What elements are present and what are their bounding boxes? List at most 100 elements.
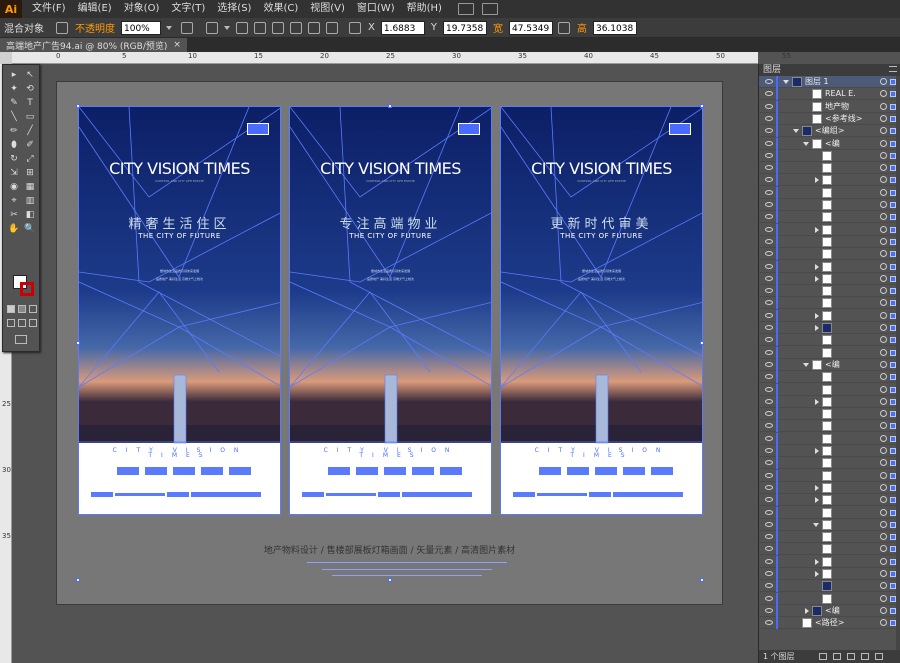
visibility-eye-icon[interactable]	[765, 288, 773, 294]
expand-icon[interactable]	[815, 177, 819, 184]
tool-icon[interactable]: ▭	[24, 111, 36, 123]
tool-icon[interactable]: ▸	[8, 69, 20, 81]
target-icon[interactable]	[880, 385, 887, 393]
collapse-icon[interactable]	[783, 80, 789, 84]
layer-row[interactable]	[759, 297, 900, 310]
layer-row[interactable]: REAL E.	[759, 88, 900, 101]
target-icon[interactable]	[880, 594, 887, 602]
layer-row[interactable]	[759, 518, 900, 531]
layer-row[interactable]	[759, 469, 900, 482]
none-mode-icon[interactable]	[29, 305, 37, 313]
opacity-field[interactable]: 100%	[121, 20, 161, 35]
menu-item[interactable]: 编辑(E)	[72, 0, 118, 18]
visibility-eye-icon[interactable]	[765, 275, 773, 281]
visibility-eye-icon[interactable]	[765, 300, 773, 306]
layer-row[interactable]: <编	[759, 358, 900, 371]
visibility-eye-icon[interactable]	[765, 226, 773, 232]
selection-handle[interactable]	[76, 104, 80, 108]
selection-handle[interactable]	[388, 578, 392, 582]
layer-row[interactable]	[759, 395, 900, 408]
target-icon[interactable]	[880, 471, 887, 479]
layer-row[interactable]	[759, 309, 900, 322]
height-field[interactable]: 36.1038	[592, 20, 637, 35]
visibility-eye-icon[interactable]	[765, 583, 773, 589]
layer-row[interactable]	[759, 420, 900, 433]
selection-handle[interactable]	[76, 578, 80, 582]
visibility-eye-icon[interactable]	[765, 374, 773, 380]
target-icon[interactable]	[880, 360, 887, 368]
layer-row[interactable]: 图层 1	[759, 76, 900, 88]
selection-handle[interactable]	[700, 341, 704, 345]
screen-mode-icon[interactable]	[15, 335, 27, 344]
menu-item[interactable]: 窗口(W)	[351, 0, 401, 18]
target-icon[interactable]	[880, 533, 887, 541]
expand-icon[interactable]	[815, 484, 819, 491]
visibility-eye-icon[interactable]	[765, 534, 773, 540]
layer-name[interactable]: <编	[825, 359, 840, 371]
layer-row[interactable]	[759, 555, 900, 568]
target-icon[interactable]	[880, 496, 887, 504]
visibility-eye-icon[interactable]	[765, 325, 773, 330]
tool-icon[interactable]: ⊞	[24, 167, 36, 179]
target-icon[interactable]	[880, 299, 887, 307]
expand-icon[interactable]	[815, 325, 819, 331]
layer-row[interactable]	[759, 580, 900, 593]
visibility-eye-icon[interactable]	[765, 263, 773, 269]
selection-handle[interactable]	[76, 341, 80, 345]
target-icon[interactable]	[880, 114, 887, 122]
expand-icon[interactable]	[815, 312, 819, 319]
layer-name[interactable]: <编	[825, 605, 840, 617]
selection-handle[interactable]	[700, 578, 704, 582]
target-icon[interactable]	[880, 422, 887, 430]
target-icon[interactable]	[880, 311, 887, 319]
visibility-eye-icon[interactable]	[765, 509, 773, 515]
target-icon[interactable]	[880, 262, 887, 270]
new-layer-icon[interactable]	[861, 653, 869, 660]
visibility-eye-icon[interactable]	[765, 214, 773, 220]
visibility-eye-icon[interactable]	[765, 312, 773, 318]
ruler-corner[interactable]	[0, 52, 12, 64]
target-icon[interactable]	[880, 274, 887, 282]
canvas-caption[interactable]: 地产物料设计 / 售楼部展板灯箱画面 / 矢量元素 / 高清图片素材	[57, 543, 722, 556]
visibility-eye-icon[interactable]	[765, 91, 773, 97]
tool-icon[interactable]: ✋	[8, 223, 20, 235]
layer-row[interactable]	[759, 322, 900, 334]
layer-row[interactable]	[759, 174, 900, 187]
layer-row[interactable]: <编组>	[759, 125, 900, 138]
layer-name[interactable]: REAL E.	[825, 88, 856, 100]
visibility-eye-icon[interactable]	[765, 460, 773, 466]
target-icon[interactable]	[880, 225, 887, 233]
arrange-documents-icon[interactable]	[481, 3, 498, 15]
link-icon[interactable]	[557, 21, 570, 34]
layer-row[interactable]	[759, 371, 900, 384]
y-field[interactable]: 19.7358	[442, 20, 487, 35]
clipping-mask-icon[interactable]	[833, 653, 841, 660]
layer-row[interactable]	[759, 285, 900, 298]
tool-icon[interactable]: ⌖	[8, 195, 20, 207]
tool-icon[interactable]: ▦	[24, 181, 36, 193]
visibility-eye-icon[interactable]	[765, 521, 773, 527]
expand-icon[interactable]	[815, 497, 819, 504]
poster[interactable]: CITY VISION TIMES CONTROL AND CITY LIFE …	[78, 106, 281, 515]
gradient-mode-icon[interactable]	[18, 305, 26, 313]
target-icon[interactable]	[880, 250, 887, 258]
poster[interactable]: CITY VISION TIMES CONTROL AND CITY LIFE …	[500, 106, 703, 515]
layer-row[interactable]	[759, 592, 900, 605]
visibility-eye-icon[interactable]	[765, 177, 773, 183]
layer-row[interactable]	[759, 149, 900, 162]
width-field[interactable]: 47.5349	[508, 20, 553, 35]
layer-row[interactable]	[759, 383, 900, 396]
align-center-icon[interactable]	[254, 21, 266, 34]
collapse-icon[interactable]	[803, 362, 809, 367]
target-icon[interactable]	[880, 545, 887, 553]
visibility-eye-icon[interactable]	[765, 497, 773, 503]
layer-name[interactable]: <参考线>	[825, 113, 862, 125]
expand-icon[interactable]	[815, 448, 819, 454]
target-icon[interactable]	[880, 570, 887, 577]
panel-menu-icon[interactable]	[889, 66, 897, 72]
expand-icon[interactable]	[815, 571, 819, 577]
tool-icon[interactable]: ✂	[8, 209, 20, 221]
tool-icon[interactable]: ╱	[24, 125, 36, 137]
visibility-eye-icon[interactable]	[765, 558, 773, 564]
align-middle-icon[interactable]	[308, 21, 320, 34]
